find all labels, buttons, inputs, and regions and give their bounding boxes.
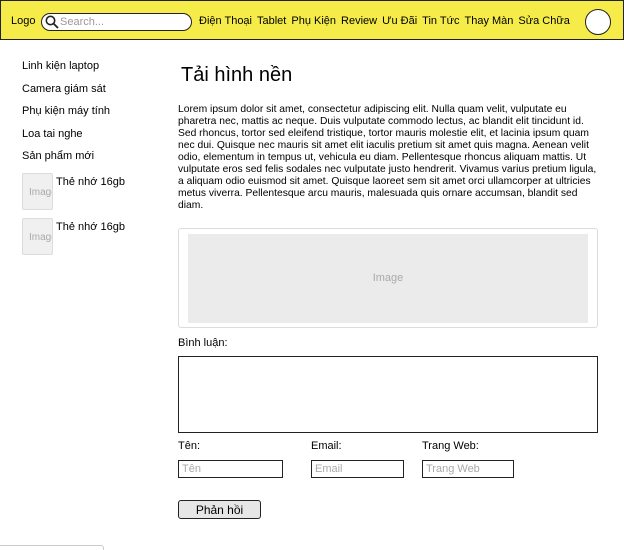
top-header: Logo Điện Thoại Tablet Phụ Kiện Review Ưu Đã… <box>0 0 624 40</box>
website-field[interactable] <box>422 460 514 478</box>
nav-review[interactable]: Review <box>341 15 377 27</box>
nav-tablet[interactable]: Tablet <box>257 15 286 27</box>
image-card: Image <box>178 228 598 328</box>
product-thumbnail[interactable]: Image <box>22 217 53 255</box>
logo[interactable]: Logo <box>11 15 35 27</box>
sidebar-item-label[interactable]: Phụ kiện máy tính <box>22 105 110 117</box>
sidebar-section-title: Sản phẩm mới <box>22 150 95 162</box>
product-item[interactable]: Image Thẻ nhớ 16gb <box>22 217 162 263</box>
sidebar-item-loa-tai-nghe[interactable]: Loa tai nghe <box>22 128 162 151</box>
page-title: Tải hình nền <box>181 64 293 86</box>
nav-tin-tuc[interactable]: Tin Tức <box>422 15 459 27</box>
name-field[interactable] <box>178 460 283 478</box>
comment-label: Bình luận: <box>178 337 228 349</box>
user-avatar[interactable] <box>585 9 611 35</box>
nav-uu-dai[interactable]: Ưu Đãi <box>382 15 417 27</box>
search-box[interactable] <box>41 13 192 31</box>
nav-thay-man[interactable]: Thay Màn <box>465 15 514 27</box>
name-label: Tên: <box>178 440 201 452</box>
comment-textarea[interactable] <box>178 356 598 433</box>
product-name[interactable]: Thẻ nhớ 16gb <box>56 221 125 233</box>
product-item[interactable]: Image Thẻ nhớ 16gb <box>22 172 162 218</box>
sidebar-item-label[interactable]: Camera giám sát <box>22 83 106 95</box>
reply-button[interactable]: Phản hồi <box>178 500 261 519</box>
nav-sua-chua[interactable]: Sửa Chữa <box>518 15 569 27</box>
image-placeholder: Image <box>188 234 588 323</box>
product-thumbnail[interactable]: Image <box>22 172 53 210</box>
sidebar-item-camera[interactable]: Camera giám sát <box>22 83 162 106</box>
nav-dien-thoai[interactable]: Điện Thoại <box>199 15 252 27</box>
sidebar-item-phu-kien-may-tinh[interactable]: Phụ kiện máy tính <box>22 105 162 128</box>
website-label: Trang Web: <box>422 440 479 452</box>
search-icon <box>45 15 59 29</box>
sidebar-heading-san-pham-moi: Sản phẩm mới <box>22 150 162 173</box>
email-field[interactable] <box>311 460 404 478</box>
sidebar-item-label[interactable]: Linh kiện laptop <box>22 60 99 72</box>
search-input[interactable] <box>60 15 188 29</box>
article-body: Lorem ipsum dolor sit amet, consectetur … <box>178 104 597 211</box>
sidebar-item-label[interactable]: Loa tai nghe <box>22 128 83 140</box>
sidebar-item-linh-kien-laptop[interactable]: Linh kiện laptop <box>22 60 162 83</box>
nav-phu-kien[interactable]: Phụ Kiện <box>291 15 336 27</box>
product-name[interactable]: Thẻ nhớ 16gb <box>56 176 125 188</box>
main-nav: Điện Thoại Tablet Phụ Kiện Review Ưu Đãi Tin … <box>199 15 575 27</box>
sidebar: Linh kiện laptop Camera giám sát Phụ kiệ… <box>22 60 162 263</box>
email-label: Email: <box>311 440 342 452</box>
scroll-edge <box>0 545 104 550</box>
